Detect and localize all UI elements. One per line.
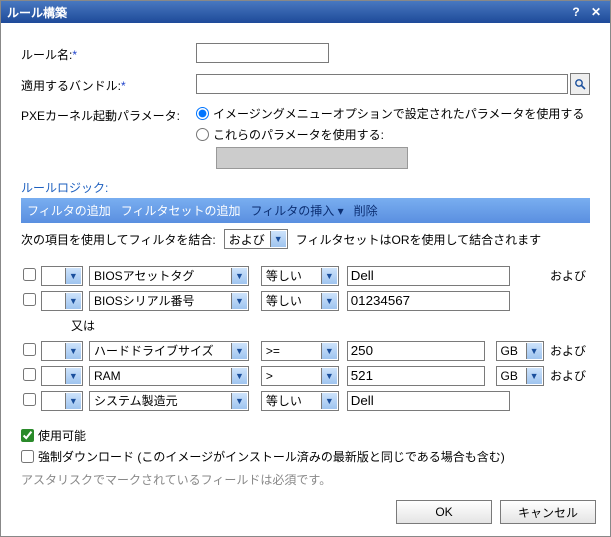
filter-row-checkbox[interactable]	[23, 293, 36, 306]
filter-prefix-select[interactable]: ▼	[41, 391, 83, 411]
filter-unit-select[interactable]: GB▼	[496, 366, 544, 386]
filter-row: ▼ システム製造元▼ 等しい▼	[21, 388, 590, 413]
filter-row: ▼ BIOSアセットタグ▼ 等しい▼ および	[21, 263, 590, 288]
filter-field-select[interactable]: RAM▼	[89, 366, 249, 386]
enabled-checkbox[interactable]	[21, 429, 34, 442]
filter-value-input[interactable]	[347, 391, 510, 411]
filter-conjunction: および	[548, 363, 590, 388]
filter-table: ▼ BIOSアセットタグ▼ 等しい▼ および ▼ BIOSシリアル番号▼ 等しい…	[21, 263, 590, 413]
titlebar: ルール構築 ? ✕	[1, 1, 610, 23]
chevron-down-icon: ▼	[270, 231, 286, 247]
filter-field-select[interactable]: システム製造元▼	[89, 391, 249, 411]
filter-value-input[interactable]	[347, 341, 485, 361]
filter-row: ▼ BIOSシリアル番号▼ 等しい▼	[21, 288, 590, 313]
rule-logic-heading: ルールロジック:	[21, 179, 590, 196]
chevron-down-icon: ▾	[338, 204, 344, 218]
combine-operator-select[interactable]: および ▼	[224, 229, 288, 249]
filter-prefix-select[interactable]: ▼	[41, 366, 83, 386]
filter-row-checkbox[interactable]	[23, 268, 36, 281]
rule-builder-dialog: ルール構築 ? ✕ ルール名:* 適用するバンドル:*	[0, 0, 611, 537]
filter-conjunction	[548, 388, 590, 413]
force-download-option[interactable]: 強制ダウンロード (このイメージがインストール済みの最新版と同じである場合も含む…	[21, 448, 590, 465]
filter-or-separator: 又は	[23, 317, 588, 334]
filter-conjunction: および	[548, 263, 590, 288]
filter-operator-select[interactable]: >▼	[261, 366, 339, 386]
filter-conjunction	[548, 288, 590, 313]
delete-filter-action[interactable]: 削除	[354, 202, 378, 219]
combine-prefix: 次の項目を使用してフィルタを結合:	[21, 231, 216, 248]
apply-bundle-label: 適用するバンドル:*	[21, 75, 196, 94]
pxe-params-label: PXEカーネル起動パラメータ:	[21, 105, 196, 124]
pxe-option-imaging[interactable]: イメージングメニューオプションで設定されたパラメータを使用する	[196, 105, 584, 122]
ok-button[interactable]: OK	[396, 500, 492, 524]
filter-prefix-select[interactable]: ▼	[41, 291, 83, 311]
apply-bundle-input[interactable]	[196, 74, 568, 94]
filter-conjunction: および	[548, 338, 590, 363]
insert-filter-action[interactable]: フィルタの挿入 ▾	[251, 202, 344, 219]
enabled-option[interactable]: 使用可能	[21, 427, 590, 444]
filter-row: ▼ RAM▼ >▼ GB▼ および	[21, 363, 590, 388]
filter-unit-select[interactable]: GB▼	[496, 341, 544, 361]
filter-value-input[interactable]	[347, 291, 510, 311]
cancel-button[interactable]: キャンセル	[500, 500, 596, 524]
rule-name-input[interactable]	[196, 43, 329, 63]
filter-prefix-select[interactable]: ▼	[41, 266, 83, 286]
browse-bundle-button[interactable]	[570, 73, 590, 95]
filter-row-checkbox[interactable]	[23, 343, 36, 356]
filter-row-checkbox[interactable]	[23, 368, 36, 381]
help-icon[interactable]: ?	[568, 4, 584, 20]
combine-suffix: フィルタセットはORを使用して結合されます	[296, 231, 541, 248]
pxe-radio-custom[interactable]	[196, 128, 209, 141]
filter-value-input[interactable]	[347, 266, 510, 286]
close-icon[interactable]: ✕	[588, 4, 604, 20]
rule-name-label: ルール名:*	[21, 44, 196, 63]
pxe-custom-params-input	[216, 147, 408, 169]
force-download-checkbox[interactable]	[21, 450, 34, 463]
add-filter-set-action[interactable]: フィルタセットの追加	[121, 202, 241, 219]
dialog-body: ルール名:* 適用するバンドル:* PXEカーネル起動パラメータ:	[1, 23, 610, 536]
filter-operator-select[interactable]: 等しい▼	[261, 291, 339, 311]
filter-field-select[interactable]: ハードドライブサイズ▼	[89, 341, 249, 361]
filter-row: ▼ ハードドライブサイズ▼ >=▼ GB▼ および	[21, 338, 590, 363]
dialog-title: ルール構築	[7, 4, 568, 21]
filter-operator-select[interactable]: 等しい▼	[261, 391, 339, 411]
filter-operator-select[interactable]: 等しい▼	[261, 266, 339, 286]
filter-field-select[interactable]: BIOSアセットタグ▼	[89, 266, 249, 286]
filter-action-bar: フィルタの追加 フィルタセットの追加 フィルタの挿入 ▾ 削除	[21, 198, 590, 223]
magnifier-icon	[574, 78, 586, 90]
filter-value-input[interactable]	[347, 366, 485, 386]
required-fields-note: アスタリスクでマークされているフィールドは必須です。	[21, 471, 590, 488]
filter-field-select[interactable]: BIOSシリアル番号▼	[89, 291, 249, 311]
pxe-option-custom[interactable]: これらのパラメータを使用する:	[196, 126, 584, 143]
pxe-radio-imaging[interactable]	[196, 107, 209, 120]
add-filter-action[interactable]: フィルタの追加	[27, 202, 111, 219]
filter-prefix-select[interactable]: ▼	[41, 341, 83, 361]
filter-operator-select[interactable]: >=▼	[261, 341, 339, 361]
filter-row-checkbox[interactable]	[23, 393, 36, 406]
